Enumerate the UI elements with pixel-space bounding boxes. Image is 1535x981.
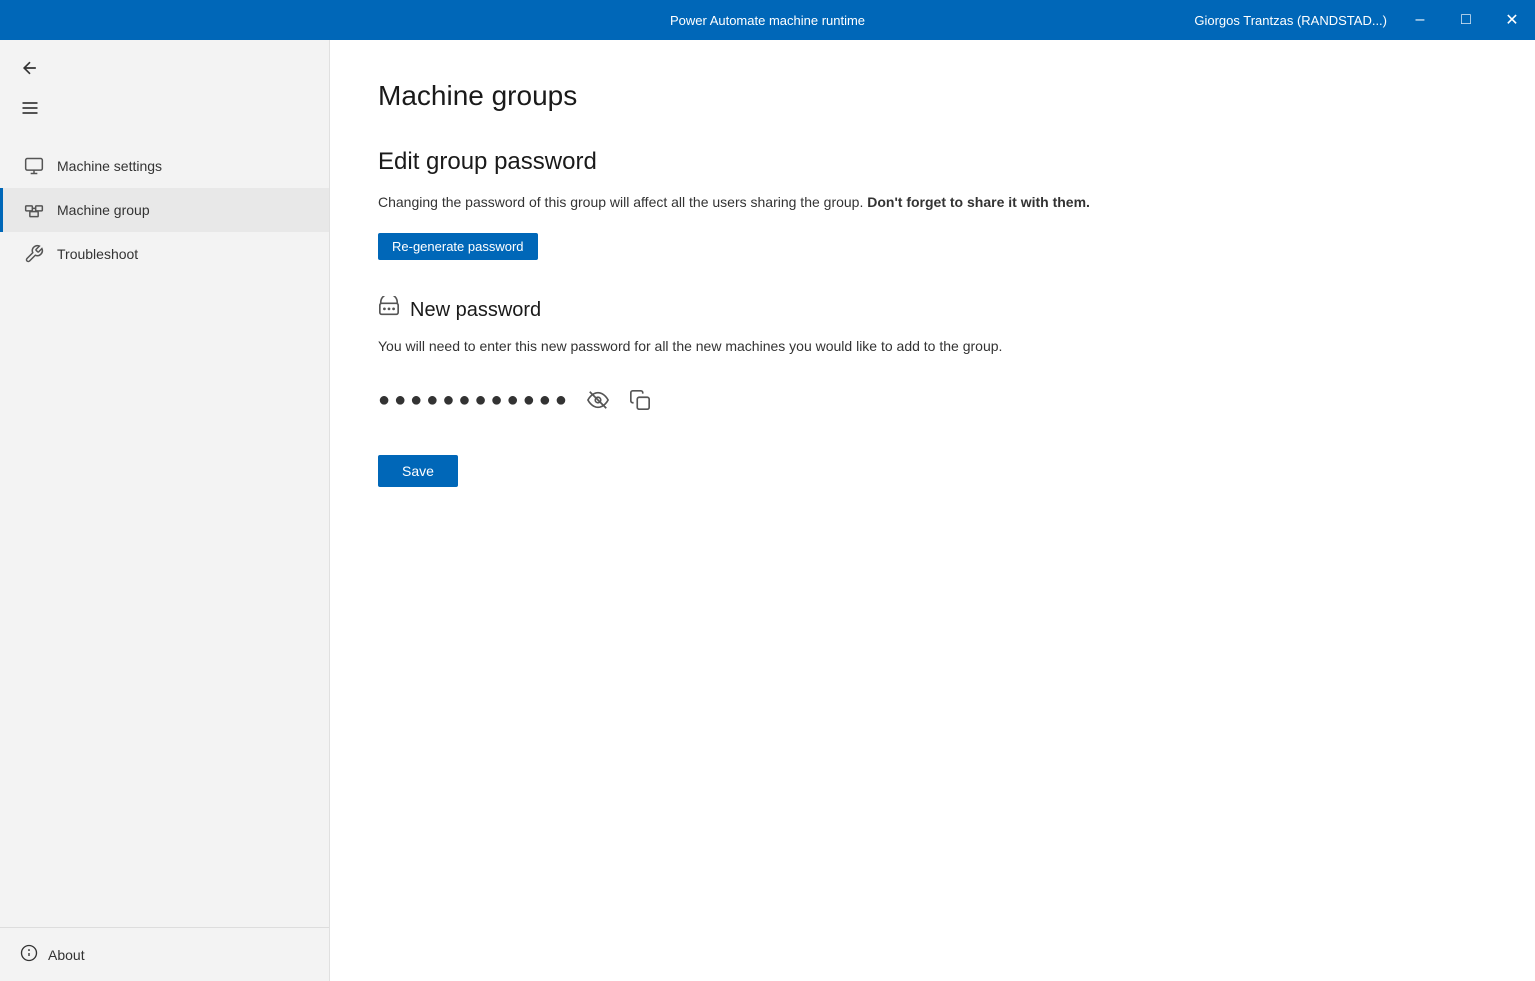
password-value: ●●●●●●●●●●●● — [378, 389, 571, 412]
minimize-button[interactable]: – — [1397, 0, 1443, 40]
sidebar-item-machine-settings-label: Machine settings — [57, 158, 162, 174]
copy-password-button[interactable] — [625, 385, 655, 415]
sidebar-nav: Machine settings Machine group — [0, 136, 329, 927]
copy-icon — [629, 389, 651, 411]
main-content: Machine groups Edit group password Chang… — [330, 40, 1535, 981]
description-normal: Changing the password of this group will… — [378, 194, 863, 210]
sidebar-item-troubleshoot[interactable]: Troubleshoot — [0, 232, 329, 276]
page-title: Machine groups — [378, 80, 1487, 112]
password-field-icon — [378, 296, 400, 324]
description-text: Changing the password of this group will… — [378, 192, 1487, 213]
new-password-header: New password — [378, 296, 1487, 324]
monitor-icon — [23, 156, 45, 176]
save-button[interactable]: Save — [378, 455, 458, 487]
hamburger-button[interactable] — [16, 90, 313, 126]
about-label: About — [48, 947, 85, 963]
info-icon — [20, 944, 38, 965]
back-icon — [20, 58, 40, 78]
new-password-title: New password — [410, 299, 541, 322]
sidebar-item-machine-settings[interactable]: Machine settings — [0, 144, 329, 188]
password-description: You will need to enter this new password… — [378, 336, 1487, 357]
window-controls: – □ ✕ — [1397, 0, 1535, 40]
sidebar-bottom: About — [0, 927, 329, 981]
title-bar-user: Giorgos Trantzas (RANDSTAD...) — [1194, 13, 1397, 28]
group-icon — [23, 200, 45, 220]
description-bold: Don't forget to share it with them. — [867, 194, 1090, 210]
hamburger-icon — [20, 98, 40, 118]
sidebar-item-troubleshoot-label: Troubleshoot — [57, 246, 138, 262]
sidebar-item-machine-group-label: Machine group — [57, 202, 150, 218]
sidebar-item-machine-group[interactable]: Machine group — [0, 188, 329, 232]
show-password-button[interactable] — [583, 385, 613, 415]
close-button[interactable]: ✕ — [1489, 0, 1535, 40]
password-row: ●●●●●●●●●●●● — [378, 377, 1487, 423]
title-bar: Power Automate machine runtime Giorgos T… — [0, 0, 1535, 40]
section-title: Edit group password — [378, 148, 1487, 176]
eye-icon — [587, 389, 609, 411]
regen-password-button[interactable]: Re-generate password — [378, 233, 538, 260]
maximize-button[interactable]: □ — [1443, 0, 1489, 40]
app-layout: Machine settings Machine group — [0, 40, 1535, 981]
sidebar-item-about[interactable]: About — [20, 944, 309, 965]
sidebar: Machine settings Machine group — [0, 40, 330, 981]
wrench-icon — [23, 244, 45, 264]
sidebar-top — [0, 40, 329, 136]
back-button[interactable] — [16, 50, 313, 86]
title-bar-title: Power Automate machine runtime — [670, 13, 865, 28]
